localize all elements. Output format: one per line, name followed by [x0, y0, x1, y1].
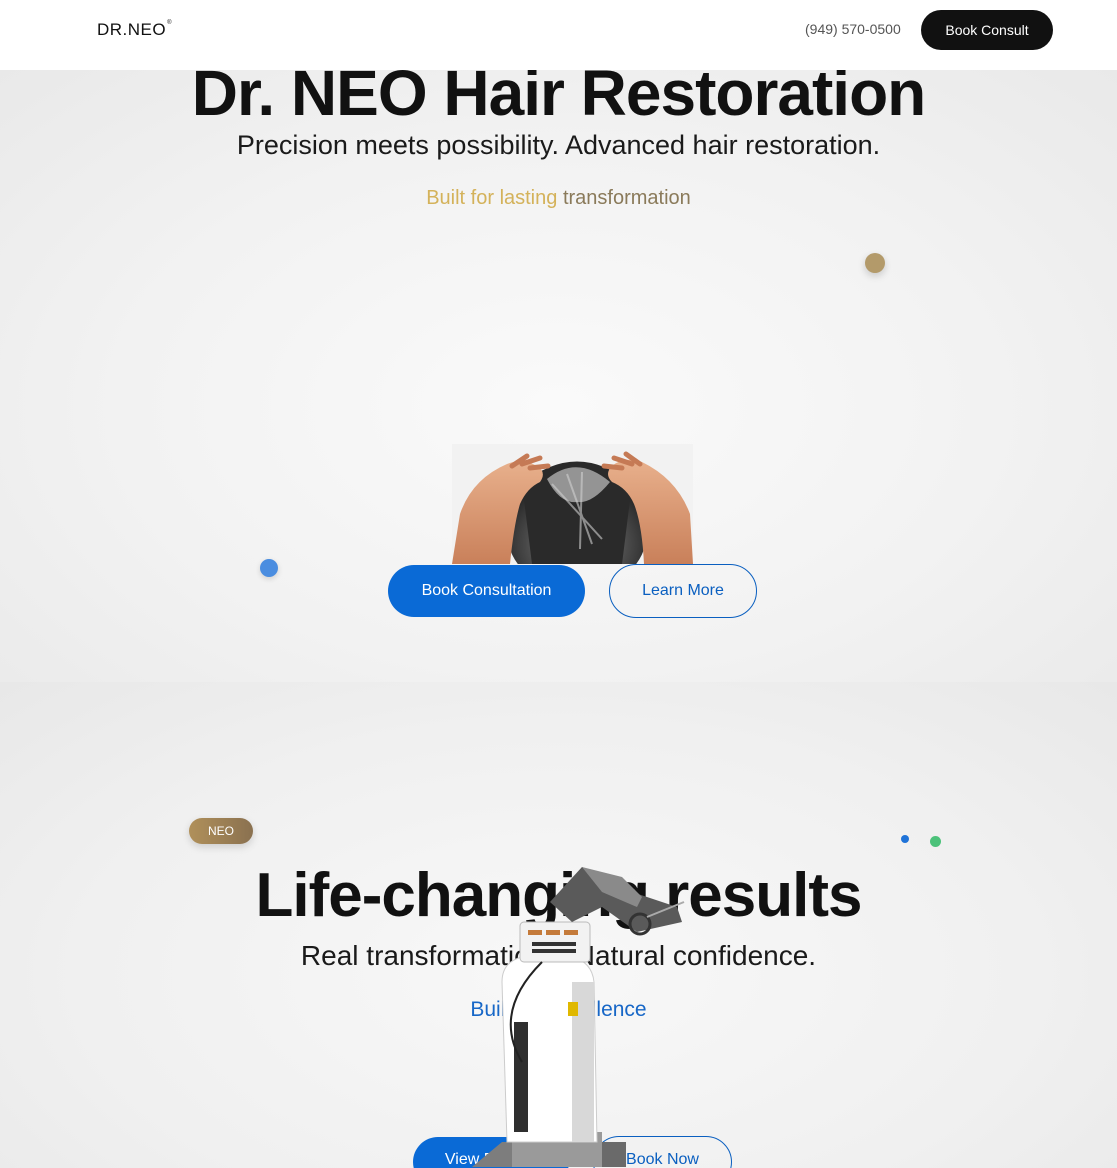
gold-orb-decoration — [865, 253, 885, 273]
learn-more-button[interactable]: Learn More — [609, 564, 757, 618]
green-dot-decoration — [930, 836, 941, 847]
logo-registered-mark: ® — [167, 20, 173, 26]
hero-section: Dr. NEO Hair Restoration Precision meets… — [0, 70, 1117, 682]
hair-loss-illustration — [452, 451, 693, 564]
hero-tagline-part1: Built for lasting — [426, 187, 563, 209]
hero-title: Dr. NEO Hair Restoration — [191, 70, 927, 129]
hero-subtitle: Precision meets possibility. Advanced ha… — [236, 130, 881, 160]
logo[interactable]: DR.NEO® — [97, 20, 172, 40]
phone-link[interactable]: (949) 570-0500 — [805, 21, 901, 37]
hero-tagline: Built for lasting transformation — [0, 187, 1117, 210]
results-section: NEO Life-changing results Real transform… — [0, 682, 1117, 1168]
robotic-device-image — [462, 862, 692, 1168]
hair-loss-photo — [452, 444, 693, 564]
hero-tagline-part2: transformation — [562, 187, 691, 209]
robotic-device-illustration — [472, 867, 685, 1167]
blue-orb-decoration — [260, 559, 278, 577]
book-consultation-button[interactable]: Book Consultation — [388, 565, 585, 617]
site-header: DR.NEO® (949) 570-0500 Book Consult — [0, 0, 1117, 70]
book-consult-button[interactable]: Book Consult — [921, 10, 1053, 50]
neo-badge: NEO — [189, 818, 253, 844]
logo-text: DR.NEO — [97, 20, 167, 39]
blue-dot-decoration — [901, 835, 909, 843]
